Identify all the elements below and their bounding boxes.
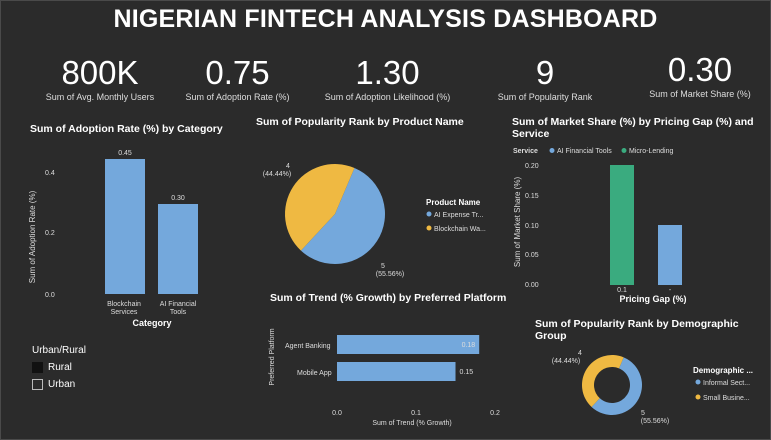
slice-label: 4 (44.44%) <box>263 163 291 178</box>
slicer-option-urban[interactable]: Urban <box>32 379 86 390</box>
x-tick-label: 0.0 <box>332 410 342 417</box>
kpi-label: Sum of Adoption Rate (%) <box>185 92 290 102</box>
y-tick-label: Mobile App <box>297 370 332 377</box>
y-tick-label: 0.20 <box>525 163 539 170</box>
data-label: 0.18 <box>462 342 476 349</box>
adoption-rate-chart[interactable]: Sum of Adoption Rate (%) 0.4 0.2 0.0 0.4… <box>25 137 230 337</box>
trend-growth-chart[interactable]: Preferred Platform Agent Banking Mobile … <box>265 320 505 432</box>
legend-item[interactable]: Micro-Lending <box>629 148 673 155</box>
x-tick-label: 0.1 <box>617 287 627 294</box>
product-popularity-chart[interactable]: 4 (44.44%) 5 (55.56%) Product Name AI Expe… <box>255 130 505 290</box>
legend-item[interactable]: Blockchain Wa... <box>434 226 486 233</box>
legend-marker <box>426 211 432 217</box>
category-label-line: Services <box>111 309 138 316</box>
chart-title-demographic-popularity: Sum of Popularity Rank by Demographic Gr… <box>535 318 739 342</box>
kpi-value: 9 <box>535 54 555 91</box>
chart-title-trend-growth: Sum of Trend (% Growth) by Preferred Pla… <box>270 292 507 304</box>
y-axis-title: Preferred Platform <box>269 328 276 385</box>
x-axis-title: Sum of Trend (% Growth) <box>372 420 451 427</box>
slice-label: 4 (44.44%) <box>552 350 582 365</box>
slice-percent: (44.44%) <box>552 358 580 365</box>
legend-item[interactable]: Small Busine... <box>703 395 750 402</box>
data-label: 0.45 <box>118 150 132 157</box>
slice-percent: (55.56%) <box>641 418 669 425</box>
kpi-value: 0.30 <box>667 51 733 88</box>
y-tick-label: Agent Banking <box>285 343 331 350</box>
kpi-card-monthly-users[interactable]: 800K Sum of Avg. Monthly Users <box>30 54 170 103</box>
data-label: 0.15 <box>460 369 474 376</box>
legend-title: Demographic ... <box>693 366 753 375</box>
kpi-value: 800K <box>61 54 139 91</box>
y-tick-label: 0.00 <box>525 282 539 289</box>
slicer-option-rural[interactable]: Rural <box>32 362 86 373</box>
chart-title-product-popularity: Sum of Popularity Rank by Product Name <box>256 116 464 128</box>
y-tick-label: 0.05 <box>525 252 539 259</box>
x-tick-label: 0.2 <box>490 410 500 417</box>
legend-item[interactable]: AI Expense Tr... <box>434 212 483 219</box>
legend-marker <box>695 394 701 400</box>
bar-blockchain-services[interactable] <box>105 159 145 294</box>
category-label: Blockchain Services <box>107 301 141 316</box>
dashboard-title: NIGERIAN FINTECH ANALYSIS DASHBOARD <box>113 5 658 33</box>
kpi-label: Sum of Adoption Likelihood (%) <box>324 92 451 102</box>
bar-micro-lending[interactable] <box>610 165 634 285</box>
kpi-card-adoption-likelihood[interactable]: 1.30 Sum of Adoption Likelihood (%) <box>310 54 465 103</box>
bar-ai-financial-tools[interactable] <box>658 225 682 285</box>
legend-item[interactable]: Informal Sect... <box>703 380 750 387</box>
legend-marker <box>695 379 701 385</box>
y-tick-label: 0.4 <box>45 170 55 177</box>
y-axis-title: Sum of Market Share (%) <box>513 177 522 268</box>
kpi-label: Sum of Avg. Monthly Users <box>45 92 155 102</box>
chart-title-adoption-rate: Sum of Adoption Rate (%) by Category <box>30 123 223 135</box>
category-label: AI Financial Tools <box>160 301 197 316</box>
data-label: 0.30 <box>171 195 185 202</box>
x-axis-title: Pricing Gap (%) <box>619 294 686 304</box>
y-tick-label: 0.2 <box>45 230 55 237</box>
kpi-label: Sum of Market Share (%) <box>649 89 751 99</box>
y-tick-label: 0.0 <box>45 292 55 299</box>
slice-label: 5 (55.56%) <box>641 410 669 425</box>
checkbox-checked-icon[interactable] <box>32 362 43 373</box>
kpi-card-market-share[interactable]: 0.30 Sum of Market Share (%) <box>630 51 770 100</box>
x-tick-label: 0.1 <box>411 410 421 417</box>
category-label-line: Tools <box>170 309 187 316</box>
slice-value: 4 <box>578 350 582 357</box>
kpi-value: 0.75 <box>205 54 270 91</box>
x-axis-title: Category <box>132 318 171 328</box>
legend-marker <box>426 225 432 231</box>
slice-value: 5 <box>381 263 385 270</box>
slice-value: 4 <box>286 163 290 170</box>
kpi-card-adoption-rate[interactable]: 0.75 Sum of Adoption Rate (%) <box>170 54 305 103</box>
legend-marker <box>549 148 555 153</box>
slicer-title: Urban/Rural <box>32 345 86 356</box>
y-tick-label: 0.15 <box>525 193 539 200</box>
y-tick-label: 0.10 <box>525 223 539 230</box>
slice-value: 5 <box>641 410 645 417</box>
category-label-line: Blockchain <box>107 301 141 308</box>
urban-rural-slicer[interactable]: Urban/Rural Rural Urban <box>32 345 86 396</box>
chart-title-market-share: Sum of Market Share (%) by Pricing Gap (… <box>512 116 754 140</box>
x-tick-label: - <box>669 287 672 294</box>
slice-percent: (44.44%) <box>263 171 291 178</box>
legend-title: Product Name <box>426 198 481 207</box>
slicer-option-label: Rural <box>48 362 72 373</box>
donut-slice-small-business[interactable] <box>582 355 624 407</box>
market-share-chart[interactable]: Service AI Financial Tools Micro-Lending… <box>508 144 763 304</box>
checkbox-icon[interactable] <box>32 379 43 390</box>
bar-ai-financial-tools[interactable] <box>158 204 198 294</box>
kpi-value: 1.30 <box>355 54 420 91</box>
slice-label: 5 (55.56%) <box>376 263 404 278</box>
legend-marker <box>621 148 627 153</box>
kpi-card-popularity-rank[interactable]: 9 Sum of Popularity Rank <box>480 54 610 103</box>
slice-percent: (55.56%) <box>376 271 404 278</box>
category-label-line: AI Financial <box>160 301 197 308</box>
legend-title: Service <box>513 148 538 155</box>
bar-mobile-app[interactable] <box>337 362 456 381</box>
kpi-label: Sum of Popularity Rank <box>497 92 593 102</box>
bar-agent-banking[interactable] <box>337 335 480 354</box>
y-axis-title: Sum of Adoption Rate (%) <box>28 190 37 283</box>
demographic-popularity-chart[interactable]: 4 (44.44%) 5 (55.56%) Demographic ... Info… <box>530 345 770 435</box>
slicer-option-label: Urban <box>48 379 76 390</box>
legend-item[interactable]: AI Financial Tools <box>557 148 612 155</box>
